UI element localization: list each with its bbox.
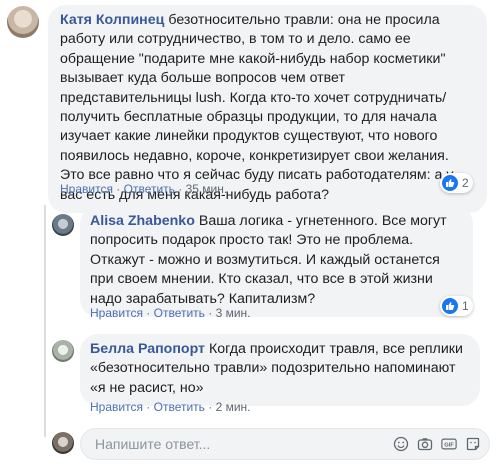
avatar[interactable] [52,214,74,236]
reply-bubble: Alisa Zhabenko Ваша логика - угнетенного.… [80,206,473,318]
avatar [52,432,74,454]
reaction-number: 2 [462,176,469,190]
separator: · [142,306,154,320]
separator: · [112,182,124,196]
avatar[interactable] [52,340,74,362]
reply-actions: Нравится · Ответить · 2 мин. [90,400,251,414]
timestamp[interactable]: 35 мин. [186,182,228,196]
reply-input[interactable] [93,435,377,453]
reply-author[interactable]: Alisa Zhabenko [90,213,195,229]
camera-icon[interactable] [417,436,433,452]
reaction-count[interactable]: 2 [440,173,473,193]
like-link[interactable]: Нравится [90,400,143,414]
composer-tools: GIF [393,436,481,452]
emoji-icon[interactable] [393,436,409,452]
like-link[interactable]: Нравится [90,306,143,320]
reply-bubble: Белла Рапопорт Когда происходит травля, в… [80,334,480,407]
reply-link[interactable]: Ответить [154,306,205,320]
reaction-number: 1 [462,299,469,313]
timestamp[interactable]: 2 мин. [216,400,251,414]
like-icon [442,298,458,314]
svg-text:GIF: GIF [444,443,454,449]
like-link[interactable]: Нравится [60,182,113,196]
like-icon [442,175,458,191]
sticker-icon[interactable] [465,436,481,452]
reply-link[interactable]: Ответить [124,182,175,196]
separator: · [204,400,216,414]
comment-author[interactable]: Катя Колпинец [60,12,164,28]
comment-text: безотносительно травли: она не просила р… [60,12,454,203]
reply-actions: Нравится · Ответить · 3 мин. [90,306,251,320]
reply-composer[interactable]: GIF [80,428,490,460]
separator: · [174,182,186,196]
timestamp[interactable]: 3 мин. [216,306,251,320]
comment-actions: Нравится · Ответить · 35 мин. [60,182,227,196]
thread-line [44,205,46,437]
separator: · [204,306,216,320]
reply-author[interactable]: Белла Рапопорт [90,341,205,357]
reaction-count[interactable]: 1 [440,296,473,316]
separator: · [142,400,154,414]
reply-link[interactable]: Ответить [154,400,205,414]
avatar[interactable] [7,6,39,38]
gif-icon[interactable]: GIF [441,436,457,452]
